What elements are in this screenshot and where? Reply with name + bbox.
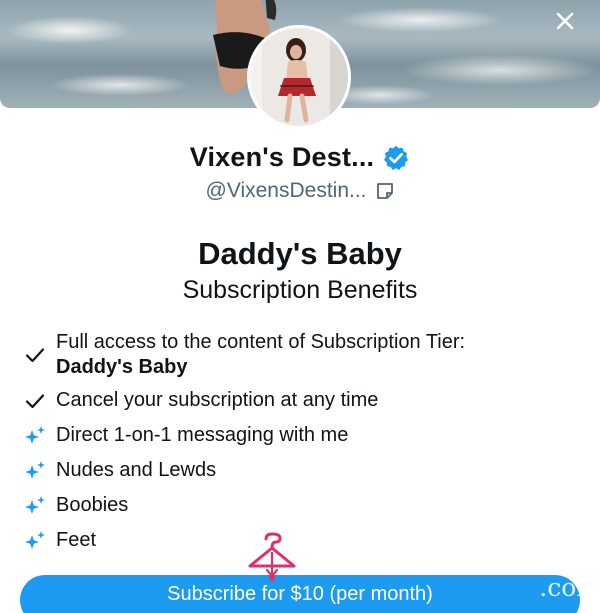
- benefit-text: Cancel your subscription at any time: [56, 389, 379, 411]
- benefit-text: Full access to the content of Subscripti…: [56, 331, 466, 353]
- hanger-icon: [248, 532, 296, 581]
- sparkle-icon: [22, 493, 48, 519]
- verified-badge-icon: [384, 145, 409, 170]
- handle[interactable]: @VixensDestin...: [206, 179, 367, 203]
- benefit-item: Nudes and Lewds: [22, 458, 582, 484]
- benefits-list: Full access to the content of Subscripti…: [22, 330, 582, 554]
- sparkle-icon: [22, 423, 48, 449]
- check-icon: [22, 388, 48, 414]
- watermark-text: .com: [539, 573, 600, 602]
- tier-name: Daddy's Baby: [198, 236, 402, 271]
- sparkle-icon: [22, 528, 48, 554]
- subscribe-label: Subscribe for $10 (per month): [167, 583, 433, 605]
- avatar[interactable]: [247, 25, 351, 129]
- benefit-text: Feet: [56, 529, 97, 551]
- handle-row: @VixensDestin...: [0, 179, 600, 203]
- avatar-image: [250, 28, 348, 126]
- close-icon: [556, 12, 574, 30]
- display-name[interactable]: Vixen's Dest...: [190, 142, 375, 173]
- close-button[interactable]: [552, 8, 578, 34]
- subscribe-button[interactable]: Subscribe for $10 (per month): [20, 575, 580, 613]
- sparkle-icon: [22, 458, 48, 484]
- profile-header: Vixen's Dest... @VixensDestin...: [0, 142, 600, 203]
- benefit-item: Full access to the content of Subscripti…: [22, 330, 582, 380]
- benefit-text: Nudes and Lewds: [56, 459, 217, 481]
- benefit-item: Direct 1-on-1 messaging with me: [22, 423, 582, 449]
- benefit-item: Cancel your subscription at any time: [22, 388, 582, 414]
- benefit-item: Feet: [22, 528, 582, 554]
- benefit-text: Direct 1-on-1 messaging with me: [56, 424, 349, 446]
- check-icon: [22, 342, 48, 368]
- benefit-text: Boobies: [56, 494, 129, 516]
- benefit-item: Boobies: [22, 493, 582, 519]
- display-name-row: Vixen's Dest...: [0, 142, 600, 173]
- subscription-modal: Vixen's Dest... @VixensDestin... Daddy's…: [0, 0, 600, 613]
- benefit-tier-name: Daddy's Baby: [56, 356, 188, 378]
- tier-subtitle: Subscription Benefits: [182, 276, 418, 304]
- note-icon[interactable]: [375, 181, 395, 201]
- tier-header: Daddy's Baby Subscription Benefits: [0, 236, 600, 305]
